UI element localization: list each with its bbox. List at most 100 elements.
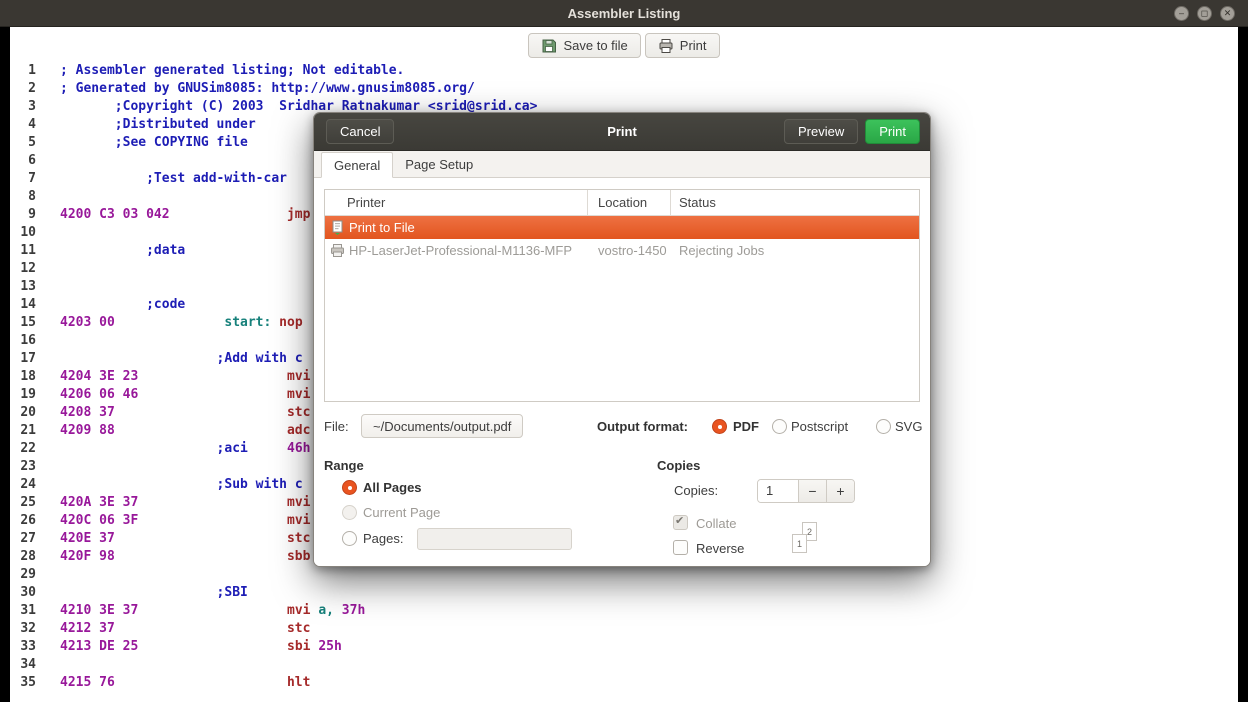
token-cmt: ; Generated by GNUSim8085: http://www.gn…: [60, 81, 475, 96]
code-text: 420C 06 3F mvi: [60, 513, 310, 528]
code-text: 420A 3E 37 mvi: [60, 495, 310, 510]
listing-line: 30 ;SBI: [10, 583, 537, 601]
token-adr: 4204 3E 23: [60, 369, 138, 384]
printer-row-hp-laserjet[interactable]: HP-LaserJet-Professional-M1136-MFP vostr…: [325, 239, 919, 262]
token-kw: mvi: [287, 513, 310, 528]
token-kw: stc: [287, 621, 310, 636]
code-text: 4204 3E 23 mvi: [60, 369, 310, 384]
token-kw: mvi: [287, 387, 310, 402]
token-kw: stc: [287, 405, 310, 420]
code-text: ;Test add-with-car: [60, 171, 287, 186]
line-number: 34: [10, 657, 36, 672]
code-text: ;Distributed under: [60, 117, 256, 132]
token-cmt: ;SBI: [217, 585, 248, 600]
collate-preview-page-1: 1: [792, 534, 807, 553]
print-toolbar-button[interactable]: Print: [645, 33, 720, 58]
printer-icon: [658, 38, 674, 54]
line-number: 10: [10, 225, 36, 240]
cancel-button[interactable]: Cancel: [326, 119, 394, 144]
line-number: 30: [10, 585, 36, 600]
code-text: 4209 88 adc: [60, 423, 310, 438]
maximize-button[interactable]: ◻: [1197, 6, 1212, 21]
preview-button[interactable]: Preview: [784, 119, 858, 144]
token-kw: nop: [279, 315, 302, 330]
tab-general[interactable]: General: [321, 152, 393, 178]
line-number: 15: [10, 315, 36, 330]
code-text: ;code: [60, 297, 185, 312]
code-text: 420F 98 sbb: [60, 549, 310, 564]
tab-page-setup[interactable]: Page Setup: [393, 152, 485, 178]
line-number: 23: [10, 459, 36, 474]
print-button[interactable]: Print: [865, 119, 920, 144]
copies-input[interactable]: 1: [758, 480, 798, 502]
line-number: 17: [10, 351, 36, 366]
column-header-location[interactable]: Location: [588, 190, 671, 215]
radio-svg[interactable]: [876, 419, 891, 434]
line-number: 2: [10, 81, 36, 96]
line-number: 26: [10, 513, 36, 528]
save-icon: [541, 38, 557, 54]
token-kw: stc: [287, 531, 310, 546]
token-lbl: start:: [224, 315, 271, 330]
save-to-file-button[interactable]: Save to file: [528, 33, 640, 58]
radio-pages[interactable]: [342, 531, 357, 546]
token-cmt: ;aci: [217, 441, 248, 456]
copies-decrement-button[interactable]: −: [798, 480, 826, 502]
line-number: 9: [10, 207, 36, 222]
token-adr: 46h: [287, 441, 310, 456]
token-adr: 4215 76: [60, 675, 115, 690]
listing-line: 29: [10, 565, 537, 583]
radio-pages-label: Pages:: [363, 531, 403, 546]
token-adr: 25h: [318, 639, 341, 654]
copies-spinner: 1 − +: [757, 479, 855, 503]
token-adr: 420F 98: [60, 549, 115, 564]
line-number: 33: [10, 639, 36, 654]
line-number: 25: [10, 495, 36, 510]
column-header-status[interactable]: Status: [671, 190, 919, 215]
token-adr: 37h: [342, 603, 365, 618]
code-text: 4213 DE 25 sbi 25h: [60, 639, 342, 654]
line-number: 13: [10, 279, 36, 294]
copies-heading: Copies: [657, 458, 700, 473]
printer-list-header: Printer Location Status: [325, 190, 919, 216]
token-cmt: ; Assembler generated listing; Not edita…: [60, 63, 404, 78]
reverse-checkbox[interactable]: [673, 540, 688, 555]
listing-line: 34: [10, 655, 537, 673]
line-number: 20: [10, 405, 36, 420]
line-number: 24: [10, 477, 36, 492]
listing-line: 354215 76 hlt: [10, 673, 537, 691]
dialog-tabs: General Page Setup: [314, 151, 930, 178]
copies-increment-button[interactable]: +: [826, 480, 854, 502]
radio-postscript[interactable]: [772, 419, 787, 434]
pages-input[interactable]: [417, 528, 572, 550]
token-kw: sbi: [287, 639, 310, 654]
code-text: ;Add with c: [60, 351, 303, 366]
column-header-printer[interactable]: Printer: [325, 190, 588, 215]
close-button[interactable]: ✕: [1220, 6, 1235, 21]
printer-location: vostro-1450: [588, 243, 671, 258]
radio-current-page: [342, 505, 357, 520]
file-button[interactable]: ~/Documents/output.pdf: [361, 414, 523, 438]
code-text: 420E 37 stc: [60, 531, 310, 546]
code-text: ;See COPYING file: [60, 135, 248, 150]
copies-label: Copies:: [674, 479, 718, 503]
token-adr: 420A 3E 37: [60, 495, 138, 510]
listing-line: 324212 37 stc: [10, 619, 537, 637]
radio-pdf[interactable]: [712, 419, 727, 434]
token-adr: 420C 06 3F: [60, 513, 138, 528]
collate-label: Collate: [696, 516, 736, 531]
printer-row-print-to-file[interactable]: Print to File: [325, 216, 919, 239]
token-adr: 4208 37: [60, 405, 115, 420]
radio-all-pages[interactable]: [342, 480, 357, 495]
line-number: 11: [10, 243, 36, 258]
minimize-button[interactable]: –: [1174, 6, 1189, 21]
token-adr: 4209 88: [60, 423, 115, 438]
token-cmt: ;Distributed under: [115, 117, 256, 132]
line-number: 32: [10, 621, 36, 636]
token-cmt: ;Sub with c: [217, 477, 303, 492]
line-number: 16: [10, 333, 36, 348]
line-number: 28: [10, 549, 36, 564]
listing-line: 33 4213 DE 25 sbi 25h: [10, 637, 537, 655]
print-to-file-icon: [330, 220, 346, 235]
code-text: ;Sub with c: [60, 477, 303, 492]
